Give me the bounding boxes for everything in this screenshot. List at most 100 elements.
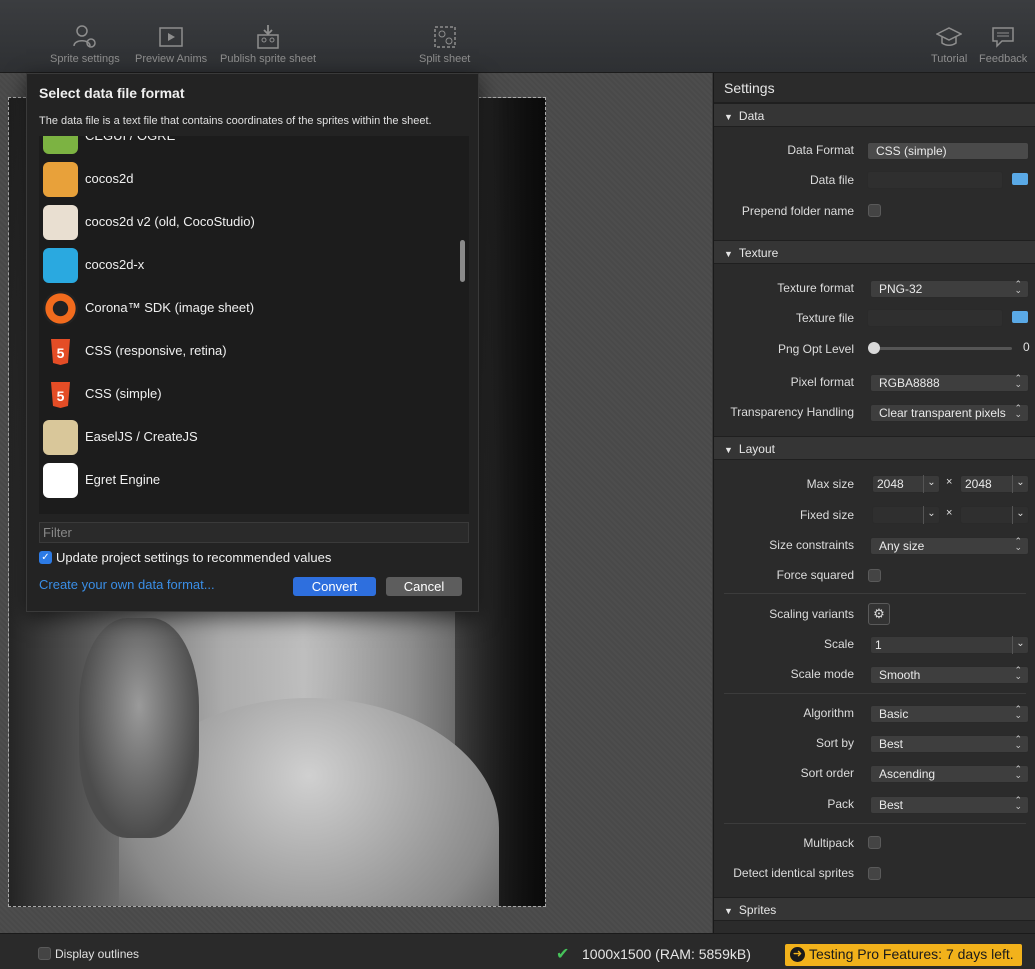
pixel-format-select[interactable]: RGBA8888: [870, 373, 1029, 392]
toolbar: Sprite settings Preview Anims Publish sp…: [0, 0, 1035, 73]
chevron-down-icon[interactable]: ⌄: [923, 506, 939, 524]
feedback-label: Feedback: [979, 53, 1028, 65]
settings-title: Settings: [714, 73, 1035, 103]
publish-icon: [257, 25, 279, 49]
format-list-item-label: Egret Engine: [85, 472, 161, 487]
force-squared-checkbox[interactable]: [868, 569, 881, 582]
format-list-item-label: cocos2d: [85, 171, 134, 186]
sprite-settings-button[interactable]: Sprite settings: [50, 24, 120, 65]
png-opt-slider-knob[interactable]: [868, 342, 880, 354]
transparency-handling-select[interactable]: Clear transparent pixels: [870, 403, 1029, 422]
texture-file-input[interactable]: [867, 309, 1003, 327]
format-list-item[interactable]: cocos2d: [39, 158, 459, 201]
data-file-folder-icon[interactable]: [1012, 173, 1028, 185]
texture-file-label: Texture file: [795, 311, 854, 325]
format-list-item[interactable]: EaselJS / CreateJS: [39, 416, 459, 459]
gear-icon: ⚙: [873, 606, 885, 621]
scaling-variants-gear-button[interactable]: ⚙: [868, 603, 890, 625]
times-sign: ×: [946, 476, 953, 488]
prepend-folder-label: Prepend folder name: [741, 204, 854, 218]
detect-identical-checkbox[interactable]: [868, 867, 881, 880]
cancel-button[interactable]: Cancel: [386, 577, 462, 596]
multipack-label: Multipack: [803, 836, 854, 850]
display-outlines-label: Display outlines: [55, 947, 140, 961]
fixed-size-width-combo[interactable]: ⌄: [872, 506, 940, 524]
format-list-item[interactable]: CEGUI / OGRE: [39, 136, 459, 158]
display-outlines-checkbox[interactable]: [38, 947, 51, 960]
create-data-format-link[interactable]: Create your own data format...: [39, 577, 215, 592]
chevron-down-icon[interactable]: ⌄: [1012, 636, 1028, 654]
format-list-item[interactable]: cocos2d v2 (old, CocoStudio): [39, 201, 459, 244]
format-list-item[interactable]: Corona™ SDK (image sheet): [39, 287, 459, 330]
pack-label: Pack: [827, 797, 854, 811]
scale-combo[interactable]: 1 ⌄: [870, 636, 1029, 654]
format-list-item[interactable]: 5 CSS (simple): [39, 373, 459, 416]
tutorial-label: Tutorial: [931, 53, 968, 65]
egret-icon: [43, 463, 78, 498]
publish-sprite-sheet-label: Publish sprite sheet: [220, 53, 316, 65]
collapse-triangle-icon: ▼: [724, 112, 733, 122]
data-file-input[interactable]: [867, 171, 1003, 189]
fixed-size-height-combo[interactable]: ⌄: [960, 506, 1029, 524]
pro-features-badge[interactable]: ➜ Testing Pro Features: 7 days left.: [785, 944, 1022, 966]
png-opt-level-label: Png Opt Level: [777, 342, 854, 356]
format-list-item[interactable]: 5 CSS (responsive, retina): [39, 330, 459, 373]
max-size-height-combo[interactable]: 2048 ⌄: [960, 475, 1029, 493]
list-scrollbar[interactable]: [460, 240, 465, 282]
format-list-item-label: CSS (responsive, retina): [85, 343, 227, 358]
convert-button[interactable]: Convert: [293, 577, 376, 596]
chevron-down-icon[interactable]: ⌄: [1012, 506, 1028, 524]
html5-icon: 5: [43, 334, 78, 369]
split-sheet-button[interactable]: Split sheet: [419, 24, 470, 65]
collapse-triangle-icon: ▼: [724, 445, 733, 455]
algorithm-select[interactable]: Basic: [870, 704, 1029, 723]
texture-section-header[interactable]: ▼ Texture: [714, 240, 1035, 264]
publish-sprite-sheet-button[interactable]: Publish sprite sheet: [220, 24, 316, 65]
scale-mode-label: Scale mode: [790, 667, 854, 681]
format-list[interactable]: CEGUI / OGRE cocos2d cocos2d v2 (old, Coco…: [39, 136, 469, 514]
update-settings-checkbox[interactable]: ✓: [39, 551, 52, 564]
texture-format-label: Texture format: [777, 281, 854, 295]
format-list-item-label: CEGUI / OGRE: [85, 136, 175, 143]
prepend-folder-checkbox[interactable]: [868, 204, 881, 217]
preview-anims-button[interactable]: Preview Anims: [135, 24, 207, 65]
svg-text:5: 5: [57, 388, 65, 404]
sprites-section-header[interactable]: ▼ Sprites: [714, 897, 1035, 921]
data-format-field[interactable]: CSS (simple): [867, 142, 1029, 160]
scaling-variants-label: Scaling variants: [769, 607, 854, 621]
data-section-header[interactable]: ▼ Data: [714, 103, 1035, 127]
format-list-item-label: EaselJS / CreateJS: [85, 429, 198, 444]
chevron-down-icon[interactable]: ⌄: [1012, 475, 1028, 493]
data-format-label: Data Format: [787, 143, 854, 157]
format-list-item[interactable]: Egret Engine: [39, 459, 459, 502]
settings-panel: Settings ▼ Data Data Format CSS (simple) …: [713, 73, 1035, 933]
max-size-width-combo[interactable]: 2048 ⌄: [872, 475, 940, 493]
png-opt-slider-track[interactable]: [872, 347, 1012, 350]
detect-identical-label: Detect identical sprites: [733, 866, 854, 880]
feedback-button[interactable]: Feedback: [979, 24, 1027, 65]
arrow-right-icon: ➜: [790, 947, 805, 962]
checkmark-icon: ✔: [556, 946, 570, 963]
data-file-label: Data file: [809, 173, 854, 187]
format-list-item-label: Corona™ SDK (image sheet): [85, 300, 255, 315]
format-list-item-label: cocos2d v2 (old, CocoStudio): [85, 214, 255, 229]
layout-section-header[interactable]: ▼ Layout: [714, 436, 1035, 460]
select-data-format-dialog: Select data file format The data file is…: [26, 73, 479, 612]
sort-order-select[interactable]: Ascending: [870, 764, 1029, 783]
texture-format-select[interactable]: PNG-32: [870, 279, 1029, 298]
pack-select[interactable]: Best: [870, 795, 1029, 814]
html5-icon: 5: [43, 377, 78, 412]
size-constraints-label: Size constraints: [769, 538, 854, 552]
collapse-triangle-icon: ▼: [724, 249, 733, 259]
texture-file-folder-icon[interactable]: [1012, 311, 1028, 323]
scale-mode-select[interactable]: Smooth: [870, 665, 1029, 684]
size-constraints-select[interactable]: Any size: [870, 536, 1029, 555]
update-settings-label: Update project settings to recommended v…: [56, 550, 332, 565]
sort-by-select[interactable]: Best: [870, 734, 1029, 753]
filter-input[interactable]: Filter: [39, 522, 469, 543]
format-list-item[interactable]: cocos2d-x: [39, 244, 459, 287]
tutorial-button[interactable]: Tutorial: [931, 24, 967, 65]
multipack-checkbox[interactable]: [868, 836, 881, 849]
chevron-down-icon[interactable]: ⌄: [923, 475, 939, 493]
format-list-item-label: CSS (simple): [85, 386, 162, 401]
